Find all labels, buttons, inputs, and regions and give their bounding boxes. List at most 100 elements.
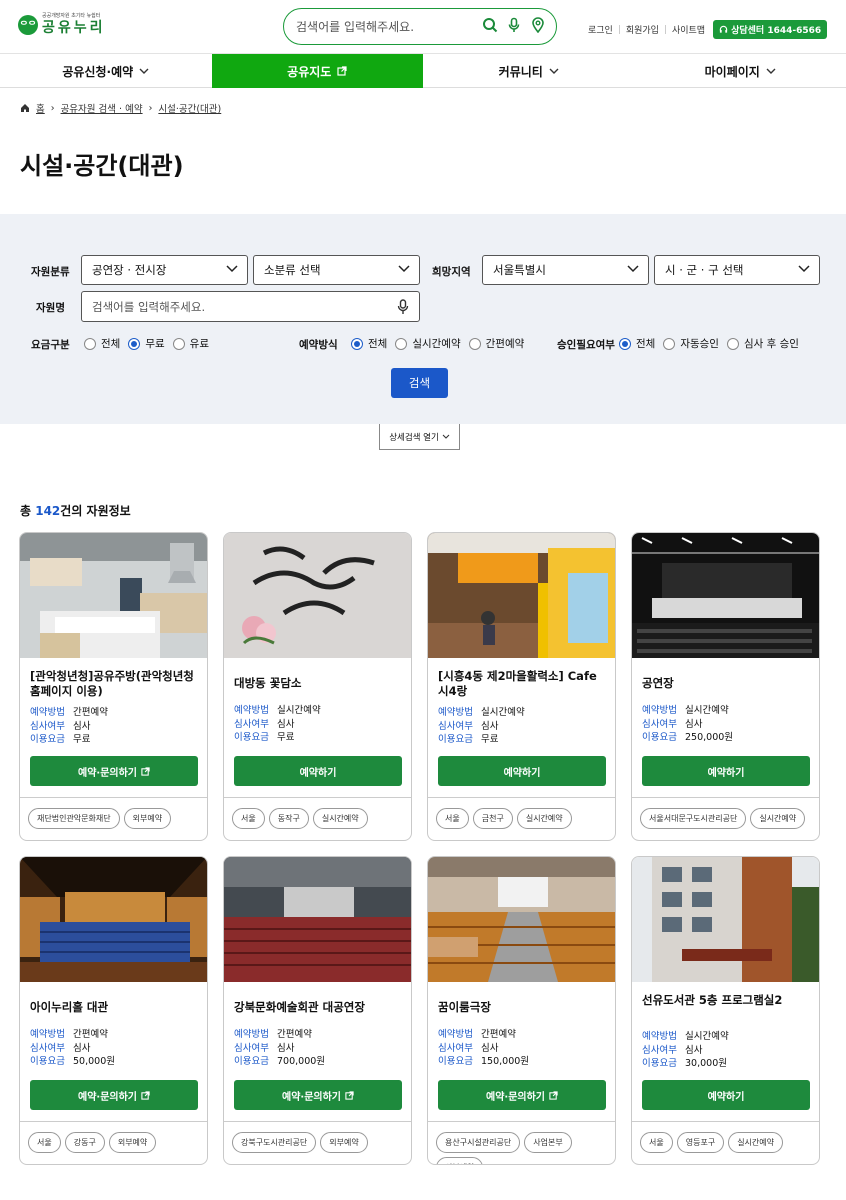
tag-chip[interactable]: 외부예약 (123, 808, 172, 829)
result-count: 총 142건의 자원정보 (20, 504, 131, 518)
approval-radio-all[interactable]: 전체 (619, 336, 655, 351)
fee-radio-paid[interactable]: 유료 (172, 336, 209, 351)
breadcrumb-search[interactable]: 공유자원 검색 · 예약 (61, 101, 143, 115)
tag-chip[interactable]: 동작구 (268, 808, 309, 829)
approval-radio-review[interactable]: 심사 후 승인 (726, 336, 799, 351)
resource-card[interactable]: [시흥4동 제2마을활력소] Cafe 시4랑 예약방법 실시간예약 심사여부 심사 이용… (427, 532, 616, 841)
resource-title[interactable]: [관악청년청]공유주방(관악청년청 홈페이지 이용) (30, 669, 200, 699)
resource-card[interactable]: [관악청년청]공유주방(관악청년청 홈페이지 이용) 예약방법 간편예약 심사여부 심사… (19, 532, 208, 841)
global-search-input[interactable] (296, 19, 486, 34)
reserve-button[interactable]: 예약하기 (438, 756, 606, 786)
nav-mypage[interactable]: 마이페이지 (635, 54, 846, 88)
resource-card[interactable]: 아이누리홀 대관 예약방법 간편예약 심사여부 심사 이용요금 50,000원 예약·문의하기… (19, 856, 208, 1165)
meta-key-fee: 이용요금 (438, 734, 473, 745)
tag-chip[interactable]: 서울 (640, 1132, 673, 1153)
tag-chip[interactable]: 강동구 (64, 1132, 105, 1153)
resource-title[interactable]: 선유도서관 5층 프로그램실2 (642, 993, 812, 1008)
meta-key-fee: 이용요금 (642, 1058, 677, 1069)
resource-name-input[interactable] (92, 299, 382, 314)
category-main-select[interactable]: 공연장 · 전시장 (81, 255, 248, 285)
tag-chip[interactable]: 용산구시설관리공단 (436, 1132, 521, 1153)
signup-link[interactable]: 회원가입 (626, 23, 659, 36)
resource-title[interactable]: 대방동 꽃담소 (234, 676, 404, 691)
location-pin-icon[interactable] (530, 17, 546, 33)
resource-title[interactable]: [시흥4동 제2마을활력소] Cafe 시4랑 (438, 669, 608, 699)
tag-chip[interactable]: 외부예약 (436, 1157, 484, 1164)
nav-share-map[interactable]: 공유지도 (211, 54, 423, 88)
tag-chip[interactable]: 실시간예약 (312, 808, 368, 829)
resource-thumbnail[interactable] (428, 857, 615, 982)
tag-chip[interactable]: 서울서대문구도시관리공단 (640, 808, 747, 829)
detail-search-toggle[interactable]: 상세검색 열기 (379, 424, 460, 450)
chevron-down-icon (139, 68, 149, 74)
utility-menu: 로그인 회원가입 사이트맵 상담센터 1644-6566 (588, 20, 828, 39)
resource-card[interactable]: 꿈이룸극장 예약방법 간편예약 심사여부 심사 이용요금 150,000원 예약·문의하기 용산… (427, 856, 616, 1165)
reserve-button[interactable]: 예약하기 (234, 756, 402, 786)
breadcrumb-home[interactable]: 홈 (36, 101, 45, 115)
resource-title[interactable]: 아이누리홀 대관 (30, 1000, 200, 1015)
reserve-button[interactable]: 예약·문의하기 (30, 1080, 198, 1110)
tag-chip[interactable]: 실시간예약 (728, 1132, 783, 1153)
reserve-radio-simple[interactable]: 간편예약 (468, 336, 524, 351)
callcenter-badge[interactable]: 상담센터 1644-6566 (713, 20, 828, 39)
reserve-button[interactable]: 예약·문의하기 (30, 756, 198, 786)
external-link-icon (549, 1090, 558, 1100)
reserve-radio-realtime[interactable]: 실시간예약 (395, 336, 461, 351)
main-nav: 공유신청·예약 공유지도 커뮤니티 마이페이지 (0, 54, 846, 88)
tag-chip[interactable]: 서울 (28, 1132, 61, 1153)
reserve-button[interactable]: 예약하기 (642, 1080, 810, 1110)
resource-thumbnail[interactable] (20, 857, 207, 982)
sitemap-link[interactable]: 사이트맵 (672, 23, 705, 36)
reserve-radio-all[interactable]: 전체 (351, 336, 387, 351)
tag-chip[interactable]: 서울 (436, 808, 469, 829)
tag-chip[interactable]: 재단법인관악문화재단 (28, 808, 120, 829)
site-logo[interactable]: ᄋᄋ 공공개방자원 초기타 뉴쉼터 공유누리 (18, 14, 106, 35)
fee-radio-all[interactable]: 전체 (84, 336, 120, 351)
logo-name: 공유누리 (42, 20, 106, 36)
region-main-select[interactable]: 서울특별시 (482, 255, 649, 285)
resource-card[interactable]: 공연장 예약방법 실시간예약 심사여부 심사 이용요금 250,000원 예약하기 서울서대문구… (631, 532, 820, 841)
resource-title[interactable]: 꿈이룸극장 (438, 1000, 608, 1015)
meta-fee: 무료 (277, 732, 295, 743)
search-icon[interactable] (482, 17, 498, 33)
microphone-icon[interactable] (506, 17, 522, 33)
microphone-icon[interactable] (396, 299, 410, 315)
tag-chip[interactable]: 실시간예약 (750, 808, 806, 829)
fee-radio-free[interactable]: 무료 (128, 336, 165, 351)
resource-thumbnail[interactable] (20, 533, 207, 658)
approval-radio-auto[interactable]: 자동승인 (663, 336, 719, 351)
tag-chip[interactable]: 서울 (232, 808, 265, 829)
resource-thumbnail[interactable] (428, 533, 615, 658)
tag-chip[interactable]: 외부예약 (320, 1132, 368, 1153)
resource-card[interactable]: 대방동 꽃담소 예약방법 실시간예약 심사여부 심사 이용요금 무료 예약하기 서울 동작구 실시간… (223, 532, 412, 841)
reserve-button[interactable]: 예약·문의하기 (234, 1080, 402, 1110)
meta-key-fee: 이용요금 (234, 732, 269, 743)
tag-chip[interactable]: 사업본부 (524, 1132, 572, 1153)
resource-title[interactable]: 공연장 (642, 676, 812, 691)
tag-chip[interactable]: 실시간예약 (516, 808, 572, 829)
search-button[interactable]: 검색 (391, 368, 448, 398)
resource-thumbnail[interactable] (632, 533, 819, 658)
breadcrumb-current[interactable]: 시설·공간(대관) (158, 101, 221, 115)
resource-thumbnail[interactable] (224, 857, 411, 982)
resource-thumbnail[interactable] (224, 533, 411, 658)
nav-community[interactable]: 커뮤니티 (423, 54, 635, 88)
tag-chip[interactable]: 영등포구 (676, 1132, 725, 1153)
resource-thumbnail[interactable] (632, 857, 819, 982)
resource-meta: 예약방법 실시간예약 심사여부 심사 이용요금 30,000원 (642, 1030, 812, 1071)
resource-title[interactable]: 강북문화예술회관 대공연장 (234, 1000, 404, 1015)
reserve-button[interactable]: 예약하기 (642, 756, 810, 786)
tag-chip[interactable]: 외부예약 (108, 1132, 157, 1153)
tag-chip[interactable]: 강북구도시관리공단 (232, 1132, 317, 1153)
search-filter-panel: 자원분류 공연장 · 전시장 소분류 선택 희망지역 서울특별시 시 · 군 ·… (0, 214, 846, 424)
region-sub-select[interactable]: 시 · 군 · 구 선택 (654, 255, 820, 285)
category-sub-select[interactable]: 소분류 선택 (253, 255, 420, 285)
nav-share-apply[interactable]: 공유신청·예약 (0, 54, 212, 88)
resource-card[interactable]: 선유도서관 5층 프로그램실2 예약방법 실시간예약 심사여부 심사 이용요금 30,000… (631, 856, 820, 1165)
login-link[interactable]: 로그인 (588, 23, 613, 36)
reserve-button[interactable]: 예약·문의하기 (438, 1080, 606, 1110)
tag-chip[interactable]: 금천구 (472, 808, 513, 829)
resource-tags: 서울 강동구 외부예약 (28, 1132, 204, 1153)
resource-card[interactable]: 강북문화예술회관 대공연장 예약방법 간편예약 심사여부 심사 이용요금 700,000원 예… (223, 856, 412, 1165)
meta-fee: 150,000원 (481, 1056, 530, 1067)
